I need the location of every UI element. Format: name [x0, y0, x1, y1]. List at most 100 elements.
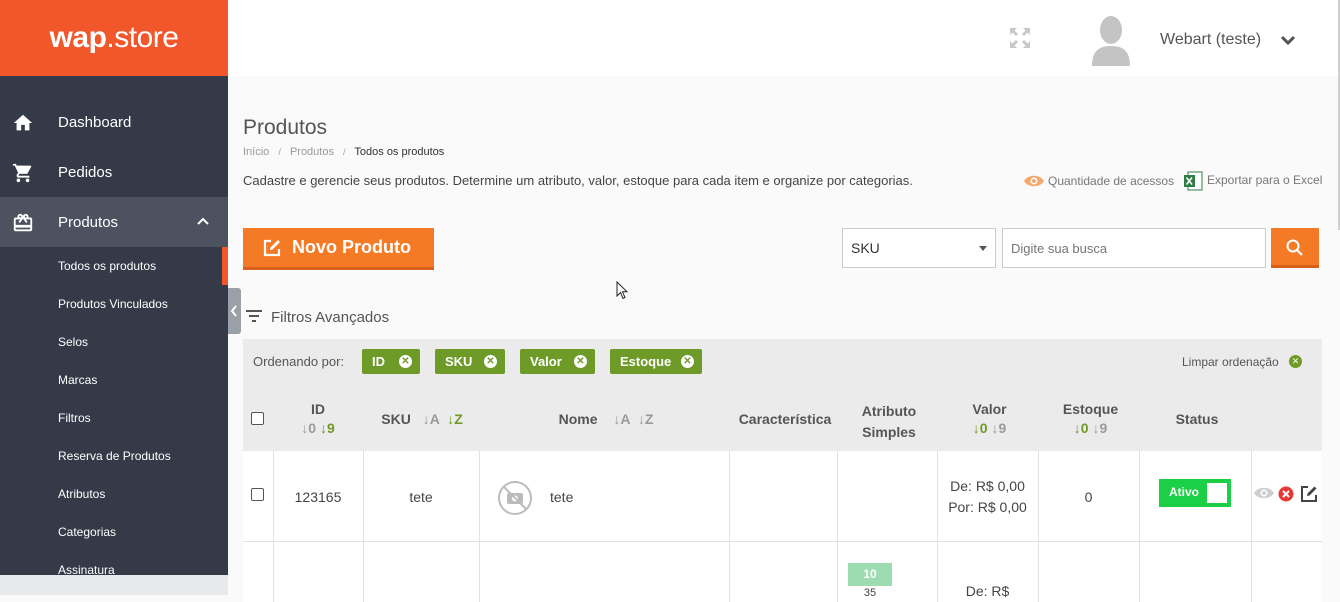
th-valor[interactable]: Valor ↓0 ↓9 [939, 401, 1040, 436]
th-nome[interactable]: Nome ↓A ↓Z [481, 411, 731, 427]
sidebar-toggle[interactable] [228, 288, 241, 334]
view-icon[interactable] [1253, 486, 1275, 500]
caret-down-icon [979, 246, 987, 251]
th-valor-label: Valor [972, 401, 1007, 417]
export-excel-link[interactable]: Exportar para o Excel [1207, 173, 1322, 187]
cell-valor-por: Por: R$ 0,00 [948, 499, 1027, 515]
th-sku[interactable]: SKU ↓A ↓Z [365, 411, 479, 427]
order-pill-id[interactable]: ID ✕ [362, 349, 420, 374]
attribute-badge: 10 [848, 563, 892, 586]
remove-pill-icon[interactable]: ✕ [574, 355, 587, 368]
sort-desc-icon[interactable]: ↓9 [320, 420, 335, 436]
sidebar-subitem-marcas[interactable]: Marcas [58, 373, 97, 387]
sort-asc-icon[interactable]: ↓0 [973, 420, 988, 436]
delete-icon[interactable] [1278, 486, 1294, 502]
logo-text-rest: .store [106, 21, 179, 54]
sidebar-subitem-selos[interactable]: Selos [58, 335, 88, 349]
breadcrumb-separator: / [278, 147, 281, 157]
th-nome-label: Nome [558, 411, 598, 427]
sidebar-item-label: Pedidos [58, 163, 113, 181]
advanced-filters-toggle[interactable]: Filtros Avançados [271, 309, 389, 326]
access-count-link[interactable]: Quantidade de acessos [1048, 174, 1174, 188]
search-button[interactable] [1271, 228, 1319, 268]
breadcrumb-item-inicio[interactable]: Início [243, 146, 269, 158]
sidebar-item-label: Produtos [58, 213, 119, 231]
order-pill-valor[interactable]: Valor ✕ [520, 349, 595, 374]
sidebar-subitem-produtos-vinculados[interactable]: Produtos Vinculados [58, 297, 168, 311]
th-estoque[interactable]: Estoque ↓0 ↓9 [1040, 401, 1141, 436]
sort-desc-icon[interactable]: ↓9 [1092, 420, 1107, 436]
table-header: ID ↓0 ↓9 SKU ↓A ↓Z Nome ↓A ↓Z Caracterís… [243, 387, 1322, 451]
sidebar-item-dashboard[interactable]: Dashboard [0, 97, 228, 147]
breadcrumb: Início / Produtos / Todos os produtos [243, 146, 444, 158]
pill-label: ID [372, 354, 385, 369]
table-row: 10 35 De: R$ [243, 542, 1322, 602]
fullscreen-icon[interactable] [1009, 27, 1031, 49]
sort-desc-icon[interactable]: ↓Z [447, 411, 463, 427]
pill-label: Valor [530, 354, 562, 369]
chevron-up-icon[interactable] [196, 214, 210, 228]
cell-valor-de: De: R$ [965, 583, 1010, 599]
order-pill-estoque[interactable]: Estoque ✕ [610, 349, 702, 374]
th-caracteristica: Característica [738, 411, 832, 427]
sidebar-subitem-reserva-de-produtos[interactable]: Reserva de Produtos [58, 449, 171, 463]
search-input[interactable] [1002, 228, 1266, 268]
remove-pill-icon[interactable]: ✕ [484, 355, 497, 368]
sidebar-item-label: Dashboard [58, 113, 132, 131]
order-pill-sku[interactable]: SKU ✕ [435, 349, 505, 374]
cell-nome[interactable]: tete [550, 489, 573, 505]
search-field-value: SKU [851, 240, 880, 256]
excel-icon [1184, 171, 1203, 191]
clear-ordering-link[interactable]: Limpar ordenação [1182, 355, 1279, 369]
breadcrumb-item-produtos[interactable]: Produtos [290, 146, 334, 158]
status-label: Ativo [1169, 485, 1199, 499]
clear-ordering-icon[interactable]: ✕ [1289, 355, 1302, 368]
remove-pill-icon[interactable]: ✕ [681, 355, 694, 368]
th-atributo-line1: Atributo [861, 403, 917, 419]
search-field-select[interactable]: SKU [842, 228, 996, 268]
home-icon [13, 114, 33, 131]
sort-asc-icon[interactable]: ↓A [613, 411, 630, 427]
new-product-button[interactable]: Novo Produto [243, 228, 434, 270]
remove-pill-icon[interactable]: ✕ [399, 355, 412, 368]
cart-icon [12, 163, 32, 183]
sort-desc-icon[interactable]: ↓Z [638, 411, 654, 427]
sidebar-bottom-item[interactable] [0, 575, 228, 595]
avatar[interactable] [1090, 14, 1132, 66]
chevron-down-icon[interactable] [1280, 34, 1296, 46]
sort-desc-icon[interactable]: ↓9 [991, 420, 1006, 436]
ordering-bar: Ordenando por: ID ✕ SKU ✕ Valor ✕ Estoque ✕ … [243, 339, 1322, 387]
cell-sku: tete [409, 489, 433, 505]
row-checkbox[interactable] [251, 488, 264, 501]
sidebar-item-pedidos[interactable]: Pedidos [0, 147, 228, 197]
th-id[interactable]: ID ↓0 ↓9 [273, 401, 363, 436]
breadcrumb-item-current: Todos os produtos [354, 146, 445, 158]
sort-asc-icon[interactable]: ↓0 [301, 420, 316, 436]
th-id-label: ID [311, 401, 325, 417]
page-description: Cadastre e gerencie seus produtos. Deter… [243, 173, 913, 188]
edit-icon [263, 239, 281, 256]
breadcrumb-separator: / [343, 147, 346, 157]
logo[interactable]: wap .store [0, 0, 228, 76]
sort-asc-icon[interactable]: ↓A [423, 411, 440, 427]
select-all-checkbox[interactable] [251, 412, 264, 425]
user-name[interactable]: Webart (teste) [1160, 31, 1261, 49]
gift-icon [13, 213, 33, 232]
sidebar-subitem-filtros[interactable]: Filtros [58, 411, 91, 425]
active-indicator [222, 247, 228, 285]
new-product-label: Novo Produto [292, 237, 411, 257]
cell-valor-de: De: R$ 0,00 [950, 478, 1025, 494]
pill-label: Estoque [620, 354, 672, 369]
filter-icon [246, 310, 262, 322]
edit-row-icon[interactable] [1300, 485, 1318, 503]
sidebar-item-produtos[interactable]: Produtos [0, 197, 228, 247]
cell-id: 123165 [294, 489, 342, 505]
sidebar-subitem-todos-os-produtos[interactable]: Todos os produtos [58, 259, 156, 273]
sort-asc-icon[interactable]: ↓0 [1074, 420, 1089, 436]
sidebar-subitem-categorias[interactable]: Categorias [58, 525, 116, 539]
status-toggle[interactable]: Ativo [1159, 479, 1231, 507]
th-atributo-line2: Simples [862, 424, 916, 440]
pill-label: SKU [445, 354, 473, 369]
th-status: Status [1175, 411, 1219, 427]
sidebar-subitem-atributos[interactable]: Atributos [58, 487, 105, 501]
